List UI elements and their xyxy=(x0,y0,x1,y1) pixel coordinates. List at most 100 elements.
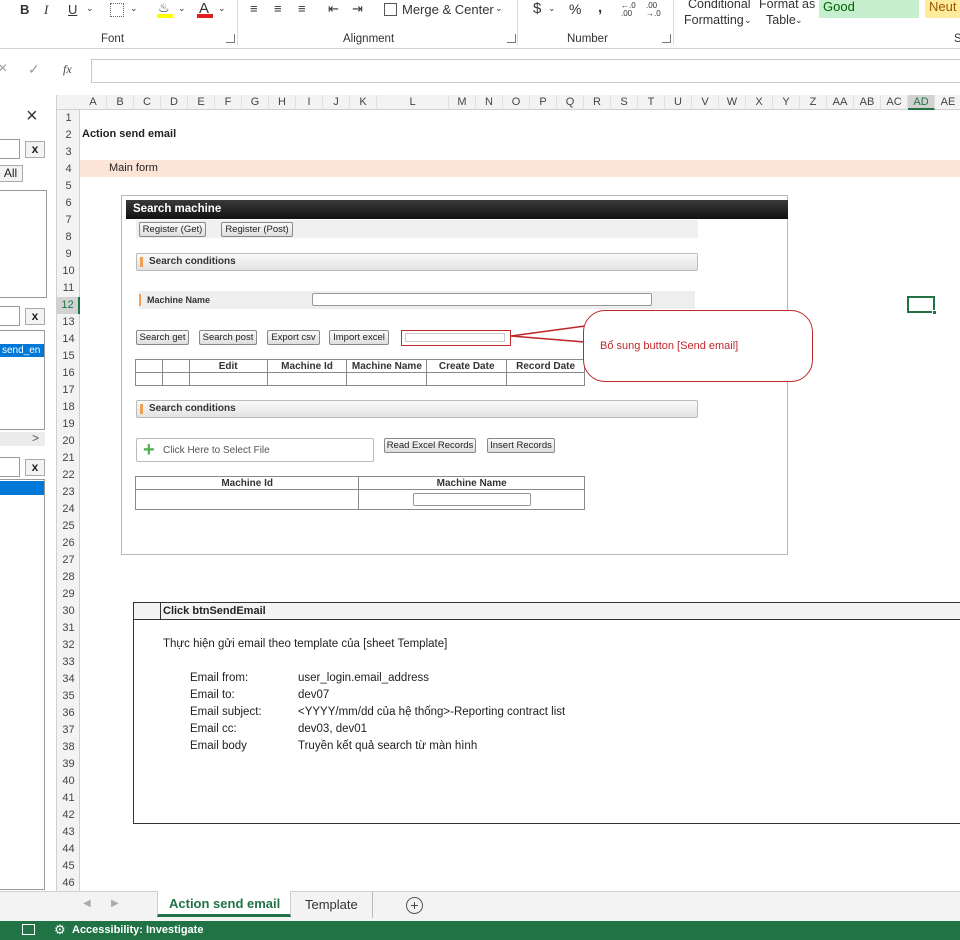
chevron-down-icon[interactable]: ⌄ xyxy=(218,3,226,14)
column-header[interactable]: U xyxy=(665,95,692,110)
accessibility-status[interactable]: Accessibility: Investigate xyxy=(72,924,203,936)
merge-center-button[interactable]: Merge & Center xyxy=(402,2,494,17)
add-sheet-button[interactable]: + xyxy=(406,897,423,914)
row-header[interactable]: 18 xyxy=(57,399,80,416)
merge-center-icon[interactable] xyxy=(384,3,397,16)
row-header[interactable]: 1 xyxy=(57,110,80,127)
row-header[interactable]: 27 xyxy=(57,552,80,569)
column-header[interactable]: AD xyxy=(908,95,935,110)
row-header[interactable]: 35 xyxy=(57,688,80,705)
column-header[interactable]: AB xyxy=(854,95,881,110)
alignment-dialog-launcher-icon[interactable] xyxy=(507,34,516,43)
column-header[interactable]: F xyxy=(215,95,242,110)
pane-clear-button-1[interactable]: x xyxy=(25,141,45,158)
column-header[interactable]: D xyxy=(161,95,188,110)
row-header[interactable]: 37 xyxy=(57,722,80,739)
format-as-table-line1[interactable]: Format as xyxy=(759,0,815,11)
increase-decimal-button[interactable]: ←.0 .00 xyxy=(621,2,639,18)
pane-list-1[interactable] xyxy=(0,190,47,298)
row-header[interactable]: 19 xyxy=(57,416,80,433)
row-header[interactable]: 17 xyxy=(57,382,80,399)
row-header[interactable]: 46 xyxy=(57,875,80,892)
conditional-formatting-line1[interactable]: Conditional xyxy=(688,0,751,11)
column-header[interactable]: E xyxy=(188,95,215,110)
column-header[interactable]: J xyxy=(323,95,350,110)
column-header[interactable]: S xyxy=(611,95,638,110)
column-header[interactable]: Q xyxy=(557,95,584,110)
borders-icon[interactable] xyxy=(110,3,124,17)
row-header[interactable]: 21 xyxy=(57,450,80,467)
row-header[interactable]: 41 xyxy=(57,790,80,807)
column-header[interactable]: AC xyxy=(881,95,908,110)
accessibility-icon[interactable]: ⚙ xyxy=(54,922,66,938)
row-header[interactable]: 30 xyxy=(57,603,80,620)
column-header[interactable]: AA xyxy=(827,95,854,110)
italic-button[interactable]: I xyxy=(44,2,48,18)
column-header[interactable]: R xyxy=(584,95,611,110)
comma-button[interactable]: , xyxy=(598,0,602,16)
column-header[interactable]: G xyxy=(242,95,269,110)
function-icon[interactable]: fx xyxy=(63,62,72,77)
chevron-down-icon[interactable]: ⌄ xyxy=(178,3,186,14)
row-header[interactable]: 39 xyxy=(57,756,80,773)
column-header[interactable]: K xyxy=(350,95,377,110)
column-header[interactable]: B xyxy=(107,95,134,110)
column-header[interactable]: Y xyxy=(773,95,800,110)
row-header[interactable]: 20 xyxy=(57,433,80,450)
row-header[interactable]: 5 xyxy=(57,178,80,195)
pane-clear-button-3[interactable]: x xyxy=(25,459,45,476)
row-header[interactable]: 40 xyxy=(57,773,80,790)
format-as-table-line2[interactable]: Table xyxy=(766,13,796,27)
column-header[interactable]: W xyxy=(719,95,746,110)
pane-list-selected[interactable] xyxy=(0,481,44,495)
chevron-right-icon[interactable]: > xyxy=(32,431,39,445)
chevron-down-icon[interactable]: ⌄ xyxy=(548,3,556,14)
row-header[interactable]: 25 xyxy=(57,518,80,535)
row-header[interactable]: 15 xyxy=(57,348,80,365)
row-header[interactable]: 3 xyxy=(57,144,80,161)
row-header[interactable]: 45 xyxy=(57,858,80,875)
number-dialog-launcher-icon[interactable] xyxy=(662,34,671,43)
align-right-icon[interactable]: ≡ xyxy=(298,1,306,16)
tab-scroll-left-icon[interactable]: ◀ xyxy=(83,898,91,909)
chevron-down-icon[interactable]: ⌄ xyxy=(495,3,503,14)
row-header[interactable]: 38 xyxy=(57,739,80,756)
row-header[interactable]: 7 xyxy=(57,212,80,229)
conditional-formatting-line2[interactable]: Formatting xyxy=(684,13,744,27)
row-header[interactable]: 4 xyxy=(57,161,80,178)
tab-template[interactable]: Template xyxy=(293,892,373,918)
chevron-down-icon[interactable]: ⌄ xyxy=(744,15,752,26)
column-header[interactable]: C xyxy=(134,95,161,110)
row-header[interactable]: 42 xyxy=(57,807,80,824)
pane-list-item[interactable]: send_en xyxy=(0,344,44,357)
pane-all-button[interactable]: All xyxy=(0,165,23,182)
chevron-down-icon[interactable]: ⌄ xyxy=(795,15,803,26)
row-header[interactable]: 33 xyxy=(57,654,80,671)
currency-button[interactable]: $ xyxy=(533,0,541,17)
column-header[interactable]: O xyxy=(503,95,530,110)
row-header[interactable]: 13 xyxy=(57,314,80,331)
column-header[interactable]: P xyxy=(530,95,557,110)
underline-button[interactable]: U xyxy=(68,2,77,17)
column-header[interactable]: X xyxy=(746,95,773,110)
column-header[interactable]: I xyxy=(296,95,323,110)
row-header[interactable]: 24 xyxy=(57,501,80,518)
row-header[interactable]: 10 xyxy=(57,263,80,280)
column-header[interactable]: T xyxy=(638,95,665,110)
row-header[interactable]: 8 xyxy=(57,229,80,246)
align-left-icon[interactable]: ≡ xyxy=(250,1,258,16)
row-header[interactable]: 26 xyxy=(57,535,80,552)
tab-action-send-email[interactable]: Action send email xyxy=(157,891,291,917)
row-header[interactable]: 11 xyxy=(57,280,80,297)
row-header[interactable]: 2 xyxy=(57,127,80,144)
column-header[interactable]: Z xyxy=(800,95,827,110)
pane-input-3[interactable] xyxy=(0,457,20,477)
row-header[interactable]: 22 xyxy=(57,467,80,484)
align-center-icon[interactable]: ≡ xyxy=(274,1,282,16)
tab-scroll-right-icon[interactable]: ▶ xyxy=(111,898,119,909)
row-header[interactable]: 34 xyxy=(57,671,80,688)
pane-input-1[interactable] xyxy=(0,139,20,159)
row-header[interactable]: 29 xyxy=(57,586,80,603)
chevron-down-icon[interactable]: ⌄ xyxy=(86,3,94,14)
row-header[interactable]: 36 xyxy=(57,705,80,722)
